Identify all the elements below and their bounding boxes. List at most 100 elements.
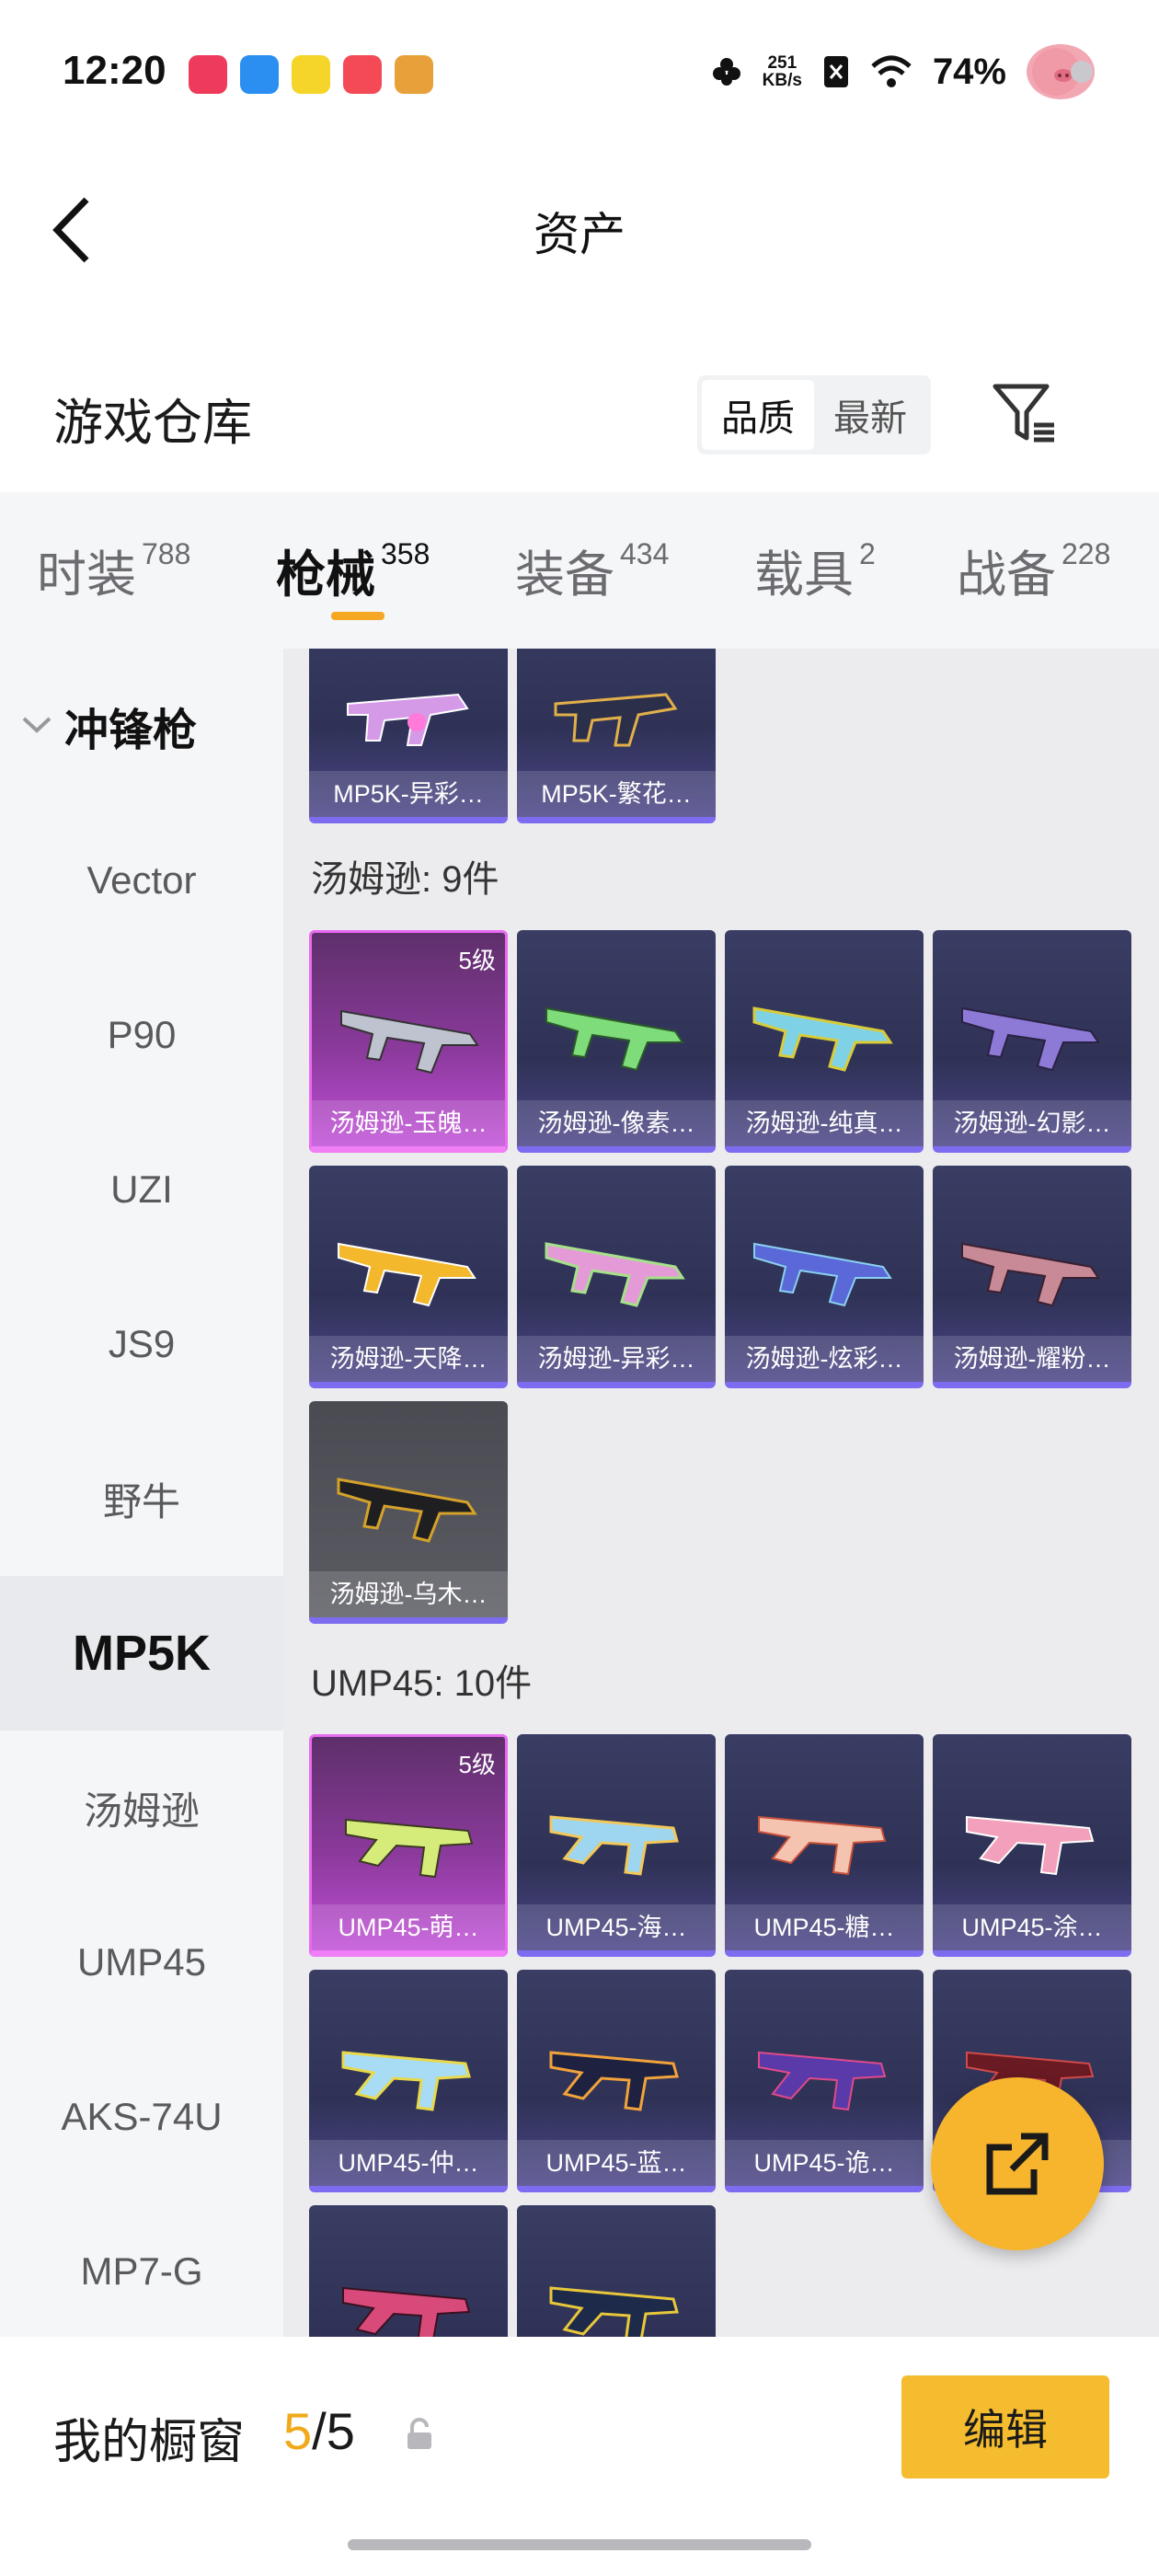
- smg-icon: [345, 1818, 474, 1879]
- pig-avatar-icon: [1027, 44, 1095, 99]
- rifle-icon: [545, 1242, 685, 1307]
- smg-icon: [966, 1815, 1095, 1876]
- sidebar-group-smg[interactable]: 冲锋枪: [0, 649, 283, 803]
- weapon-card[interactable]: [309, 2205, 508, 2337]
- weapon-card[interactable]: UMP45-诡…: [725, 1970, 924, 2192]
- weapon-card[interactable]: MP5K-繁花…: [517, 649, 716, 823]
- weapon-card[interactable]: [517, 2205, 716, 2337]
- weapon-card-name: UMP45-糖…: [725, 1904, 924, 1950]
- sidebar-item-uzi[interactable]: UZI: [0, 1112, 283, 1267]
- weapon-card-name: UMP45-涂…: [933, 1904, 1131, 1950]
- page-title: 资产: [534, 209, 625, 260]
- weapon-card-name: MP5K-繁花…: [517, 771, 716, 817]
- weapon-card-name: 汤姆逊-耀粉…: [933, 1336, 1131, 1382]
- rifle-icon: [340, 1009, 479, 1075]
- weapon-card[interactable]: 汤姆逊-天降…: [309, 1166, 508, 1388]
- tab-label: 载具: [754, 547, 854, 603]
- tab-count: 788: [142, 537, 191, 570]
- sidebar-item-js9[interactable]: JS9: [0, 1267, 283, 1421]
- weapon-card[interactable]: 汤姆逊-异彩…: [517, 1166, 716, 1388]
- warehouse-title: 游戏仓库: [53, 396, 252, 451]
- news-app-icon: [395, 55, 433, 94]
- smg-icon: [342, 2286, 471, 2337]
- sidebar-item-vector[interactable]: Vector: [0, 803, 283, 958]
- sidebar-item-p90[interactable]: P90: [0, 958, 283, 1112]
- sidebar-item-thompson[interactable]: 汤姆逊: [0, 1731, 283, 1885]
- group-header-thompson: 汤姆逊: 9件: [311, 859, 499, 900]
- weapon-card[interactable]: 汤姆逊-纯真…: [725, 930, 924, 1153]
- smg-icon: [549, 2286, 679, 2337]
- weapon-card[interactable]: 汤姆逊-乌木…: [309, 1401, 508, 1624]
- weapon-card[interactable]: UMP45-蓝…: [517, 1970, 716, 2192]
- sidebar-item-bizon[interactable]: 野牛: [0, 1421, 283, 1576]
- weapon-card[interactable]: 汤姆逊-耀粉…: [933, 1166, 1131, 1388]
- weapon-card[interactable]: 5级 UMP45-萌…: [309, 1734, 508, 1957]
- tab-count: 2: [859, 537, 876, 570]
- showcase-separator: /: [312, 2402, 327, 2460]
- weapon-card[interactable]: 5级 汤姆逊-玉魄…: [309, 930, 508, 1153]
- sidebar-group-label: 冲锋枪: [64, 707, 198, 755]
- tab-equipment[interactable]: 装备 434: [515, 534, 669, 606]
- sidebar-item-ump45[interactable]: UMP45: [0, 1885, 283, 2040]
- net-speed: 251 KB/s: [763, 54, 802, 89]
- tab-active-indicator: [331, 612, 384, 620]
- weapon-card-name: 汤姆逊-玉魄…: [312, 1100, 505, 1146]
- video-app-icon: [189, 55, 227, 94]
- smg-icon: [341, 2051, 471, 2111]
- smg-icon: [758, 2051, 887, 2111]
- showcase-count: 5/5: [283, 2401, 355, 2461]
- sidebar-item-aks74u[interactable]: AKS-74U: [0, 2040, 283, 2194]
- rifle-icon: [752, 1006, 893, 1072]
- tab-fashion[interactable]: 时装 788: [37, 534, 190, 606]
- tab-label: 时装: [37, 547, 136, 603]
- sort-toggle: 品质 最新: [697, 375, 931, 454]
- weapon-card-name: 汤姆逊-像素…: [517, 1100, 716, 1146]
- rifle-icon: [961, 1006, 1100, 1072]
- filter-icon: [993, 384, 1054, 443]
- weapon-card[interactable]: 汤姆逊-像素…: [517, 930, 716, 1153]
- rifle-icon: [545, 1006, 684, 1072]
- sort-newest-option[interactable]: 最新: [814, 380, 926, 450]
- weapon-card[interactable]: 汤姆逊-幻影…: [933, 930, 1131, 1153]
- sidebar-item-mp7g[interactable]: MP7-G: [0, 2194, 283, 2349]
- tab-firearms[interactable]: 枪械 358: [276, 534, 430, 606]
- tab-gear[interactable]: 战备 228: [957, 534, 1110, 606]
- smg-icon: [549, 2051, 679, 2111]
- chevron-down-icon: [22, 717, 52, 733]
- weapon-card[interactable]: UMP45-糖…: [725, 1734, 924, 1957]
- flower-icon: [712, 58, 740, 86]
- app-header: 资产: [0, 152, 1159, 308]
- status-app-icons: [189, 55, 433, 94]
- sort-quality-option[interactable]: 品质: [702, 380, 814, 450]
- edit-button[interactable]: 编辑: [901, 2375, 1109, 2478]
- weapon-card[interactable]: UMP45-仲…: [309, 1970, 508, 2192]
- browser-app-icon: [240, 55, 279, 94]
- net-speed-unit: KB/s: [762, 71, 802, 90]
- tab-label: 战备: [957, 547, 1056, 603]
- weapon-card-name: 汤姆逊-异彩…: [517, 1336, 716, 1382]
- share-icon: [986, 2133, 1049, 2195]
- lock-icon: [407, 2418, 431, 2449]
- category-tabs: 时装 788 枪械 358 装备 434 载具 2 战备 228: [0, 492, 1159, 649]
- weapon-card[interactable]: UMP45-海…: [517, 1734, 716, 1957]
- battery-level: 74%: [932, 51, 1006, 92]
- tab-vehicles[interactable]: 载具 2: [754, 534, 876, 606]
- filter-button[interactable]: [988, 377, 1061, 451]
- share-button[interactable]: [931, 2077, 1104, 2250]
- weapon-card[interactable]: UMP45-涂…: [933, 1734, 1131, 1957]
- tab-count: 434: [620, 537, 670, 570]
- wifi-icon: [871, 55, 912, 87]
- status-time: 12:20: [63, 48, 166, 93]
- weapon-card-name: 汤姆逊-纯真…: [725, 1100, 924, 1146]
- tab-label: 装备: [515, 547, 614, 603]
- rifle-icon: [338, 1242, 476, 1307]
- home-indicator[interactable]: [348, 2539, 811, 2550]
- rifle-icon: [961, 1242, 1100, 1307]
- sidebar-item-mp5k[interactable]: MP5K: [0, 1576, 283, 1731]
- weapon-card[interactable]: 汤姆逊-炫彩…: [725, 1166, 924, 1388]
- red-app-icon: [343, 55, 382, 94]
- smg-icon: [347, 693, 469, 746]
- weapon-card-name: 汤姆逊-天降…: [309, 1336, 508, 1382]
- weapon-card[interactable]: MP5K-异彩…: [309, 649, 508, 823]
- tab-label: 枪械: [276, 547, 375, 603]
